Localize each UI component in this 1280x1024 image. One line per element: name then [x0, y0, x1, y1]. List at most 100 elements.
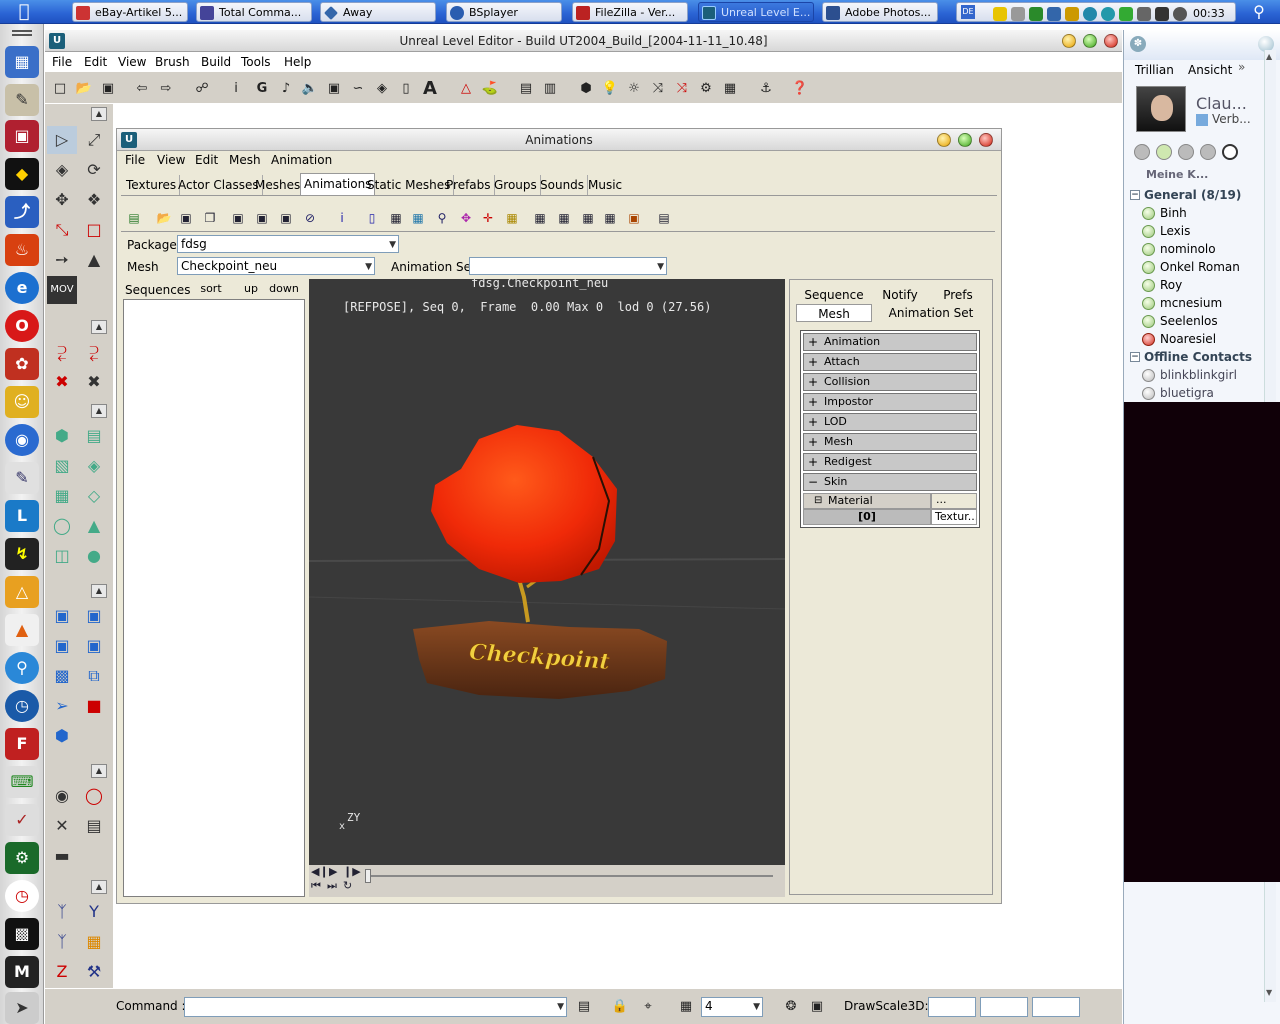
show-selected-icon[interactable]: ◯: [79, 782, 109, 810]
globe-browser-icon[interactable]: ◉: [5, 424, 39, 456]
contact-item[interactable]: nominolo: [1140, 240, 1216, 258]
terrain-brush-icon[interactable]: ▦: [47, 482, 77, 510]
actor-properties-icon[interactable]: i: [225, 78, 247, 100]
collapse-icon[interactable]: ⊟: [814, 494, 822, 508]
build-options-icon[interactable]: ▥: [539, 78, 561, 100]
trillian-menu-ansicht[interactable]: Ansicht: [1188, 63, 1232, 77]
clock-app-icon[interactable]: ◷: [5, 690, 39, 722]
pan-mode-icon[interactable]: ✥: [47, 186, 77, 214]
task-photoshop[interactable]: Adobe Photos...: [822, 2, 938, 22]
drawscale-y-input[interactable]: [980, 997, 1028, 1017]
tab-actor-classes[interactable]: Actor Classes: [175, 175, 263, 195]
menu-brush[interactable]: Brush: [155, 52, 190, 72]
build-all-icon[interactable]: ⚙: [695, 78, 717, 100]
build-paths-icon[interactable]: ⤨: [647, 78, 669, 100]
filezilla-dock-icon[interactable]: F: [5, 728, 39, 760]
task-filezilla[interactable]: FileZilla - Ver...: [572, 2, 688, 22]
fast-forward-icon[interactable]: ⏭: [327, 879, 337, 893]
batman-icon[interactable]: ◆: [5, 158, 39, 190]
collapse-icon[interactable]: −: [1130, 352, 1140, 362]
expand-icon[interactable]: +: [808, 374, 818, 390]
link-icon[interactable]: [1065, 7, 1079, 21]
document-icon[interactable]: ✎: [5, 462, 39, 494]
build-settings-icon[interactable]: ▦: [719, 78, 741, 100]
movie-mode-icon[interactable]: MOV: [47, 276, 77, 304]
collapse-icon[interactable]: −: [1130, 190, 1140, 200]
terrain-editor-icon[interactable]: ⛳: [479, 78, 501, 100]
vlc-cone-icon[interactable]: ▲: [5, 614, 39, 646]
prop-skin[interactable]: − Skin: [803, 473, 977, 491]
expand-icon[interactable]: +: [808, 434, 818, 450]
maya-icon[interactable]: M: [5, 956, 39, 988]
clip-brush-icon[interactable]: ⥻: [47, 338, 77, 366]
add-antiportal-icon[interactable]: ⬢: [47, 722, 77, 750]
mirror-x-icon[interactable]: ᛉ: [47, 898, 77, 926]
csg-deintersect-icon[interactable]: ▣: [79, 632, 109, 660]
expand-icon[interactable]: +: [808, 394, 818, 410]
sheet-brush-icon[interactable]: ◇: [79, 482, 109, 510]
package-select[interactable]: fdsg ▼: [177, 235, 399, 253]
contact-item[interactable]: Lexis: [1140, 222, 1190, 240]
graph-icon[interactable]: ✓: [5, 804, 39, 836]
pointer-icon[interactable]: ➤: [5, 992, 39, 1024]
mesh-browser-icon[interactable]: ∽: [347, 78, 369, 100]
cone-brush-icon[interactable]: ▲: [79, 512, 109, 540]
search-icon[interactable]: [1222, 144, 1238, 160]
add-mover-icon[interactable]: ▩: [47, 662, 77, 690]
lod-icon[interactable]: ▦: [531, 209, 549, 227]
l-icon[interactable]: [1047, 7, 1061, 21]
anim-menu-animation[interactable]: Animation: [271, 153, 332, 167]
redo-icon[interactable]: ⇨: [155, 78, 177, 100]
grid-size-select[interactable]: 4 ▼: [701, 997, 763, 1017]
internet-explorer-icon[interactable]: e: [5, 272, 39, 304]
task-total-commander[interactable]: Total Comma...: [196, 2, 312, 22]
build-changed-paths-icon[interactable]: ⤨: [671, 78, 693, 100]
context-help-icon[interactable]: ❓: [789, 78, 811, 100]
lock-icon[interactable]: 🔒: [609, 996, 631, 1018]
task-ebay[interactable]: eBay-Artikel 5...: [72, 2, 188, 22]
scroll-down-icon[interactable]: ▼: [1266, 988, 1272, 997]
save-map-icon[interactable]: ▣: [97, 78, 119, 100]
step-back-icon[interactable]: ◀❙: [311, 865, 329, 878]
prop-redigest[interactable]: + Redigest: [803, 453, 977, 471]
group-offline-contacts[interactable]: − Offline Contacts: [1130, 348, 1252, 366]
prop-attach[interactable]: + Attach: [803, 353, 977, 371]
avatar[interactable]: [1136, 86, 1186, 132]
copy-icon[interactable]: ❐: [201, 209, 219, 227]
user-status[interactable]: Verb...: [1212, 112, 1251, 126]
cube-brush-icon[interactable]: ⬢: [47, 422, 77, 450]
expand-icon[interactable]: +: [808, 334, 818, 350]
menu-help[interactable]: Help: [284, 52, 311, 72]
down-button[interactable]: down: [269, 282, 299, 296]
anim-menu-view[interactable]: View: [157, 153, 185, 167]
curved-stair-icon[interactable]: ▧: [47, 452, 77, 480]
delete-clip-icon[interactable]: ✖: [79, 368, 109, 396]
minimize-button[interactable]: [1062, 34, 1076, 48]
contact-item[interactable]: mcnesium: [1140, 294, 1222, 312]
stairs-brush-icon[interactable]: ▤: [79, 422, 109, 450]
collapse-section-icon-3[interactable]: ▲: [91, 404, 107, 418]
setup-icon[interactable]: ⚙: [5, 842, 39, 874]
spiral-stair-icon[interactable]: ◈: [79, 452, 109, 480]
anim-menu-edit[interactable]: Edit: [195, 153, 218, 167]
play-icon[interactable]: ▶: [329, 865, 337, 878]
fire-icon[interactable]: ♨: [5, 234, 39, 266]
collapse-section-icon-2[interactable]: ▲: [91, 320, 107, 334]
close-button[interactable]: [979, 133, 993, 147]
import-mesh-icon[interactable]: ▣: [229, 209, 247, 227]
notes-icon[interactable]: ✎: [5, 84, 39, 116]
user-name[interactable]: Clau...: [1196, 94, 1247, 113]
csg-subtract-icon[interactable]: ▣: [79, 602, 109, 630]
drawscale-z-input[interactable]: [1032, 997, 1080, 1017]
split-brush-icon[interactable]: ⥻: [79, 338, 109, 366]
chevron-down-icon[interactable]: ▼: [389, 237, 396, 253]
scroll-up-icon[interactable]: ▲: [1266, 52, 1272, 61]
command-input[interactable]: ▼: [184, 997, 567, 1017]
anim-menu-file[interactable]: File: [125, 153, 145, 167]
sort-button[interactable]: sort: [197, 282, 225, 296]
2d-shape-editor-icon[interactable]: △: [455, 78, 477, 100]
status-button-3[interactable]: [1178, 144, 1194, 160]
prop-tab-sequence[interactable]: Sequence: [796, 286, 872, 304]
matinee-mode-icon[interactable]: ▲: [79, 246, 109, 274]
network-icon[interactable]: [1101, 7, 1115, 21]
